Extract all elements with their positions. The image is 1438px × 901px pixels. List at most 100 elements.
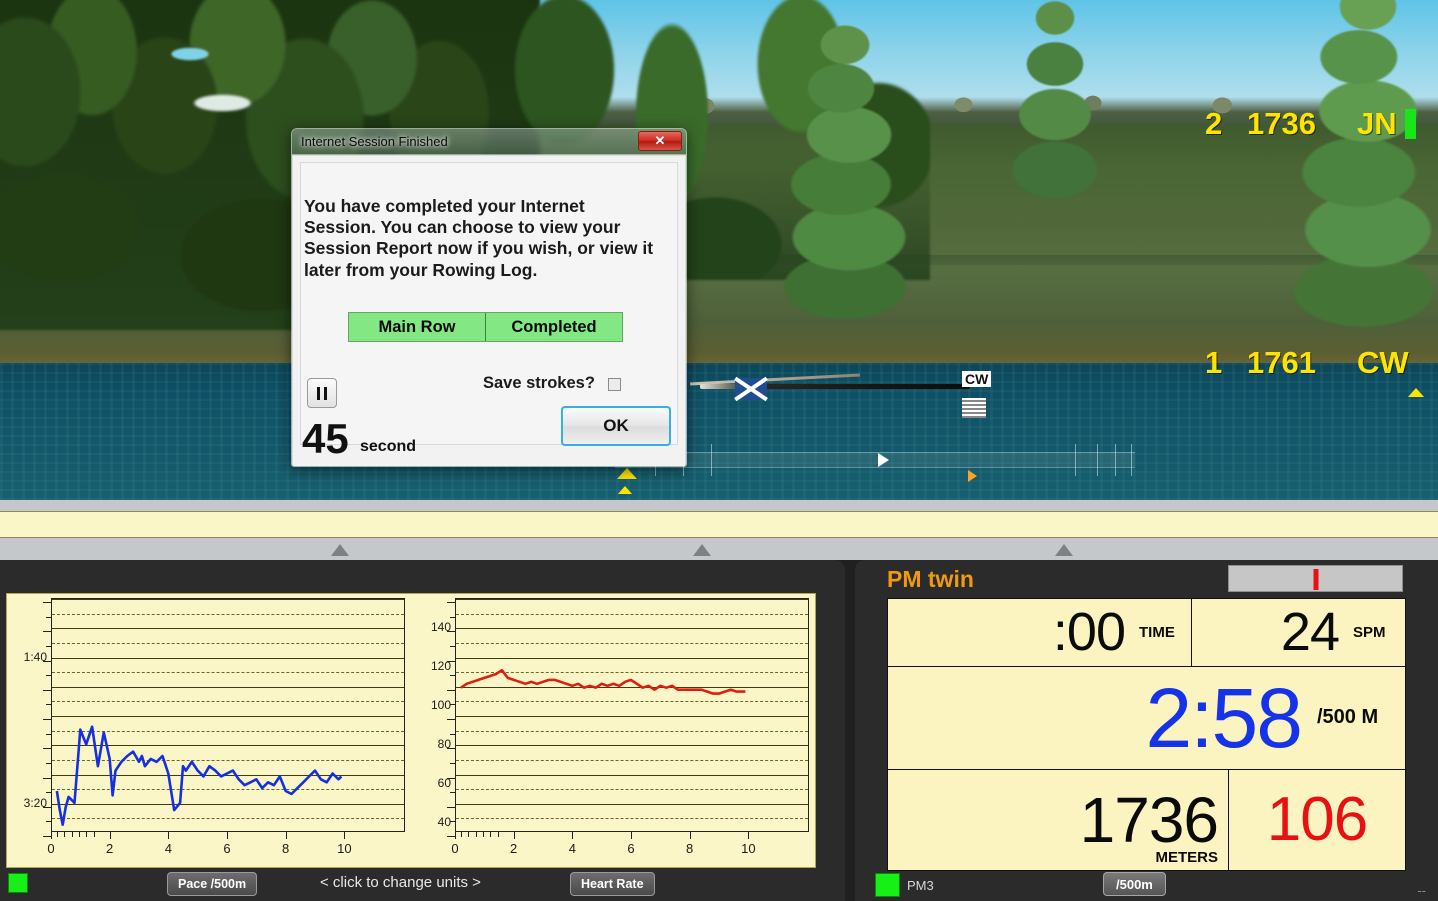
lane-marker-yellow-c: [1408, 388, 1424, 397]
x-tick-label: 10: [741, 841, 756, 856]
heart-rate-unit-button[interactable]: Heart Rate: [570, 872, 655, 896]
foliage-highlight-a: [160, 44, 220, 64]
leaderboard-row-1: 2 1736 JN: [1205, 106, 1416, 142]
close-icon[interactable]: ✕: [638, 131, 682, 151]
dialog-title: Internet Session Finished: [301, 134, 448, 149]
x-tick-label: 8: [282, 841, 290, 856]
pm-row-pace: 2:58 /500 M: [888, 666, 1405, 769]
race-progress-strip[interactable]: [615, 444, 1135, 478]
dialog-titlebar[interactable]: Internet Session Finished ✕: [292, 129, 686, 155]
leaderboard-led-indicator: [1404, 109, 1416, 139]
lane-marker-yellow-a: [617, 468, 637, 479]
gridline: [456, 774, 808, 776]
x-tick: [285, 832, 287, 839]
x-tick: [168, 832, 170, 839]
x-minor-tick: [460, 832, 462, 837]
pm-pace-cell[interactable]: 2:58 /500 M: [888, 666, 1405, 769]
performance-monitor-panel: PM twin :00 TIME 24 SPM 2:58 /500 M 1736…: [855, 560, 1438, 901]
stroke-force-needle: [1313, 569, 1318, 590]
gridline: [52, 745, 404, 747]
pm-heart-rate-cell[interactable]: 106: [1229, 769, 1405, 870]
pace-unit-button[interactable]: Pace /500m: [167, 872, 258, 896]
gridline: [456, 730, 808, 732]
x-tick-label: 4: [568, 841, 576, 856]
gridline: [52, 789, 404, 791]
leaderboard-rank: 1: [1205, 345, 1223, 380]
gridline: [52, 818, 404, 820]
y-tick-label: 100: [430, 698, 451, 713]
progress-tick: [1115, 444, 1116, 476]
gridline: [52, 613, 404, 615]
gridline: [52, 716, 404, 717]
x-tick-label: 0: [47, 841, 55, 856]
pm-meters-value: 1736: [1079, 783, 1219, 856]
x-minor-tick: [86, 832, 88, 837]
pm-time-unit: TIME: [1139, 623, 1175, 641]
x-minor-tick: [78, 832, 80, 837]
x-tick: [631, 832, 632, 839]
gridline: [52, 774, 404, 776]
x-minor-tick: [490, 832, 492, 837]
rowing-boat: CW: [690, 371, 992, 418]
pace-y-axis-labels: 1:40 3:20: [7, 594, 51, 832]
x-tick: [572, 832, 574, 839]
y-tick-label: 40: [437, 815, 451, 830]
x-tick-label: 4: [164, 841, 172, 856]
save-strokes-checkbox[interactable]: [608, 378, 621, 391]
conifer-right: [1230, 0, 1438, 345]
pm-spm-cell[interactable]: 24 SPM: [1192, 599, 1405, 666]
gridline: [456, 759, 808, 761]
gridline: [52, 701, 404, 703]
rowing-app-window: CW 2 1736 JN 1 1761 CW Internet Session …: [0, 0, 1438, 901]
divider-top-bar: [0, 500, 1438, 511]
conifer-center: [745, 20, 945, 330]
gridline: [456, 745, 808, 747]
session-summary-segments: Main Row Completed: [348, 312, 623, 342]
x-minor-tick: [64, 832, 66, 837]
progress-tick: [1075, 444, 1076, 476]
hr-x-axis: 0 2 4 6 8 10: [451, 832, 809, 862]
leaderboard-distance: 1761: [1247, 345, 1316, 380]
x-minor-tick: [93, 832, 95, 837]
pm-meters-unit: METERS: [1155, 848, 1218, 866]
pace-plot-area: [51, 598, 405, 832]
pm-spm-value: 24: [1280, 602, 1340, 663]
gridline: [52, 642, 404, 644]
x-tick: [748, 832, 750, 839]
gridline: [456, 818, 808, 820]
x-minor-tick: [475, 832, 477, 837]
pm-row-time-spm: :00 TIME 24 SPM: [888, 599, 1405, 666]
heart-rate-chart[interactable]: 40 60 80 100 120 140 0 2 4 6 8 10: [411, 594, 815, 867]
splitter-handle-icon[interactable]: [331, 544, 349, 556]
gridline: [52, 599, 404, 600]
segment-main-row[interactable]: Main Row: [349, 313, 485, 341]
pause-button[interactable]: [307, 378, 337, 408]
progress-tick: [1131, 444, 1132, 476]
x-minor-tick: [71, 832, 73, 837]
pm-row-meters-hr: 1736 METERS 106: [888, 769, 1405, 870]
pm-meters-cell[interactable]: 1736 METERS: [888, 769, 1228, 870]
pm-unit-button[interactable]: /500m: [1103, 872, 1166, 896]
boat-info-strip: [962, 398, 986, 418]
charts-panel: 1:40 3:20 0 2 4 6 8 10 40 60 80 100 120 140 0 2 4 6 8 10: [0, 560, 845, 901]
leaderboard-name: CW: [1357, 345, 1409, 380]
y-tick-label: 80: [437, 737, 451, 752]
x-tick-label: 10: [337, 841, 352, 856]
pm-time-value: :00: [1052, 602, 1126, 663]
x-tick-label: 0: [451, 841, 459, 856]
ok-button[interactable]: OK: [561, 406, 671, 446]
leaderboard-rank: 2: [1205, 106, 1223, 141]
panel-divider: [0, 500, 1438, 560]
pm-time-cell[interactable]: :00 TIME: [888, 599, 1191, 666]
countdown-value: 45: [302, 415, 349, 462]
hr-y-axis-labels: 40 60 80 100 120 140: [411, 594, 455, 832]
charts-plate: 1:40 3:20 0 2 4 6 8 10 40 60 80 100 120 140 0 2 4 6 8 10: [6, 593, 816, 868]
pace-chart[interactable]: 1:40 3:20 0 2 4 6 8 10: [7, 594, 411, 867]
segment-completed[interactable]: Completed: [485, 313, 622, 341]
splitter-handle-icon[interactable]: [693, 544, 711, 556]
divider-bottom-bar: [0, 538, 1438, 560]
splitter-handle-icon[interactable]: [1055, 544, 1073, 556]
leaderboard-distance: 1736: [1247, 106, 1316, 141]
scotland-flag-icon: [735, 378, 767, 400]
gridline: [456, 628, 808, 630]
